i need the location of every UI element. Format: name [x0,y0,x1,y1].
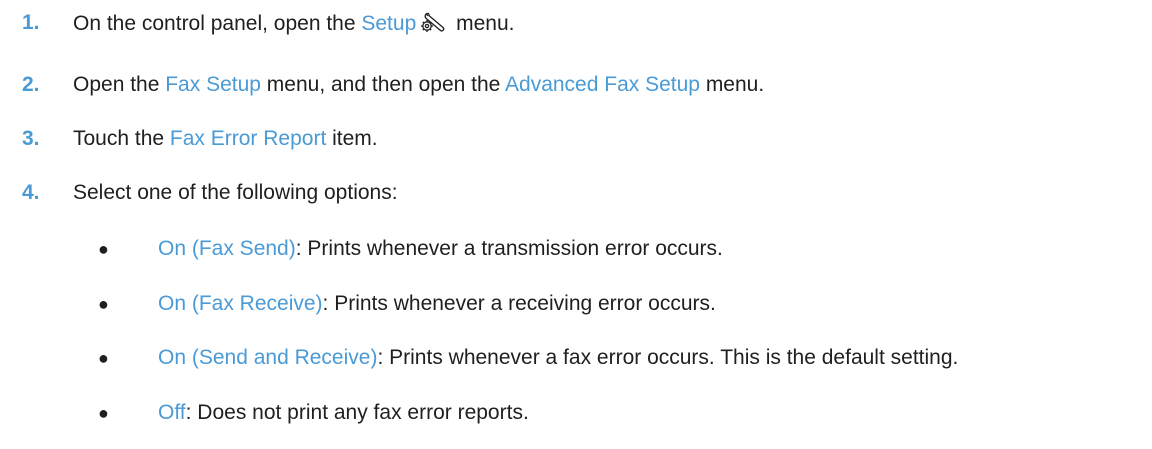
setup-wrench-gear-icon [418,10,448,34]
bullet-icon: ● [98,294,109,314]
step-number: 1. [22,11,40,34]
step-text: On the control panel, open the Setup men… [73,10,514,37]
option-description: : Prints whenever a receiving error occu… [322,292,716,315]
option-label-link[interactable]: On (Send and Receive) [158,346,377,369]
option-text: On (Fax Send): Prints whenever a transmi… [158,236,723,262]
option-text: On (Fax Receive): Prints whenever a rece… [158,291,716,317]
setup-menu-link[interactable]: Setup [361,12,416,35]
option-description: : Prints whenever a transmission error o… [295,237,723,260]
step-text: Touch the Fax Error Report item. [73,126,378,152]
fax-setup-menu-link[interactable]: Fax Setup [165,73,261,96]
advanced-fax-setup-menu-link[interactable]: Advanced Fax Setup [505,73,700,96]
option-text: On (Send and Receive): Prints whenever a… [158,345,958,371]
step-text: Select one of the following options: [73,181,398,204]
step-text: Open the Fax Setup menu, and then open t… [73,72,764,98]
step-text-after: item. [326,127,378,150]
option-label-link[interactable]: On (Fax Receive) [158,292,323,315]
step-text-after: menu. [450,12,515,35]
bullet-icon: ● [98,403,109,423]
bullet-icon: ● [98,348,109,368]
step-text-before: Open the [73,73,166,96]
step-text-after: menu. [699,73,765,96]
step-text-middle: menu, and then open the [260,73,506,96]
option-description: : Prints whenever a fax error occurs. Th… [377,346,959,369]
step-number: 4. [22,181,40,204]
option-label-link[interactable]: On (Fax Send) [158,237,296,260]
option-description: : Does not print any fax error reports. [185,401,529,424]
bullet-icon: ● [98,239,109,259]
step-text-before: On the control panel, open the [73,12,362,35]
step-text-before: Touch the [73,127,170,150]
option-label-link[interactable]: Off [158,401,186,424]
step-number: 2. [22,73,40,96]
fax-error-report-item-link[interactable]: Fax Error Report [170,127,326,150]
option-text: Off: Does not print any fax error report… [158,400,529,426]
step-number: 3. [22,127,40,150]
